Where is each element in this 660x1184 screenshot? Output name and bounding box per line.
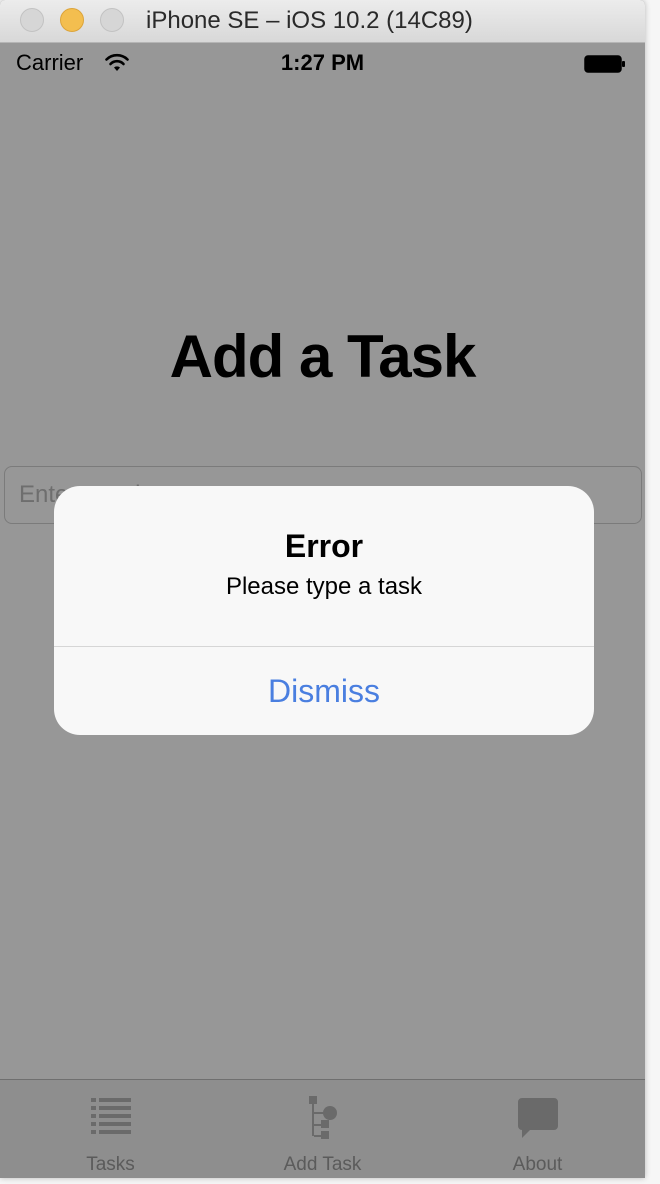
page-title: Add a Task bbox=[169, 323, 477, 390]
window-title: iPhone SE – iOS 10.2 (14C89) bbox=[146, 7, 473, 34]
status-time: 1:27 PM bbox=[280, 50, 365, 75]
tab-add-task[interactable]: Add Task bbox=[215, 1080, 430, 1178]
window-close-button[interactable] bbox=[20, 8, 44, 32]
error-alert: Error Please type a task Dismiss bbox=[54, 486, 594, 735]
status-bar: Carrier 1:27 PM bbox=[0, 43, 645, 83]
window-minimize-button[interactable] bbox=[60, 8, 84, 32]
list-icon bbox=[91, 1098, 131, 1134]
tab-tasks[interactable]: Tasks bbox=[3, 1080, 218, 1178]
tab-label: About bbox=[512, 1154, 563, 1175]
tab-label: Add Task bbox=[283, 1154, 362, 1175]
alert-title: Error bbox=[284, 528, 364, 564]
chat-bubble-icon bbox=[518, 1098, 558, 1138]
simulator-window: iPhone SE – iOS 10.2 (14C89) Carrier 1:2… bbox=[0, 0, 645, 1178]
tab-label: Tasks bbox=[86, 1154, 135, 1175]
dismiss-button[interactable]: Dismiss bbox=[54, 647, 594, 735]
battery-icon bbox=[584, 55, 625, 73]
tree-icon bbox=[309, 1096, 337, 1139]
window-titlebar: iPhone SE – iOS 10.2 (14C89) bbox=[0, 0, 645, 43]
tab-about[interactable]: About bbox=[430, 1080, 645, 1178]
tab-bar: Tasks Add Task About bbox=[0, 1079, 645, 1178]
window-zoom-button[interactable] bbox=[100, 8, 124, 32]
alert-message: Please type a task bbox=[225, 573, 423, 600]
